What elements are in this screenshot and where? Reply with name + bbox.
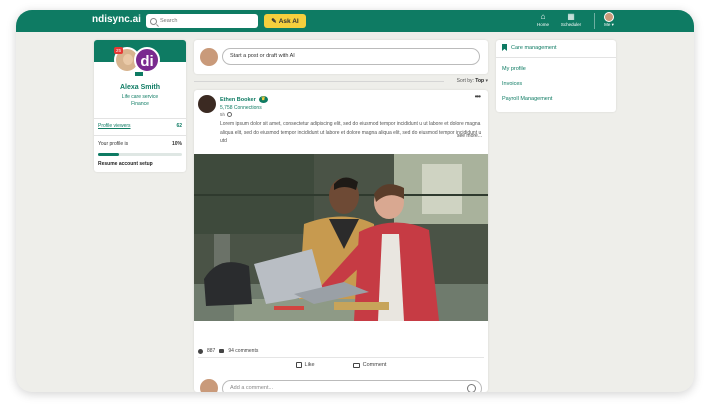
brand-logo[interactable]: ndisync.ai bbox=[92, 14, 141, 25]
sort-value: Top bbox=[475, 78, 485, 84]
menu-item-payroll[interactable]: Payroll Management bbox=[502, 96, 552, 102]
crown-icon: ♛ bbox=[258, 96, 268, 103]
post-stats: 887 94 comments bbox=[198, 348, 258, 354]
app-window: ndisync.ai ✎ Ask AI ⌂ Home ▦ Scheduler M… bbox=[16, 10, 694, 392]
profile-completion-label: Your profile is bbox=[98, 141, 129, 147]
sort-label: Sort by: bbox=[456, 78, 474, 84]
bookmark-icon bbox=[502, 44, 507, 51]
author-avatar[interactable] bbox=[198, 95, 216, 113]
company-tag-icon bbox=[134, 71, 144, 77]
post-text: Lorem ipsum dolor sit amet, consectetur … bbox=[220, 121, 482, 144]
menu-header-label: Care management bbox=[511, 44, 557, 51]
ask-ai-button[interactable]: ✎ Ask AI bbox=[264, 14, 306, 28]
chevron-down-icon: ▾ bbox=[485, 78, 488, 84]
add-comment-input[interactable]: Add a comment... bbox=[222, 380, 482, 392]
post-author-name: Ethen Booker bbox=[220, 96, 256, 103]
post-actions: Like Comment bbox=[194, 362, 488, 368]
profile-card: 25 di Alexa Smith Life care service Fina… bbox=[94, 40, 186, 172]
start-post-input[interactable]: Start a post or draft with AI bbox=[222, 48, 480, 65]
home-icon: ⌂ bbox=[540, 12, 546, 21]
profile-completion-row: Your profile is 10% bbox=[98, 141, 182, 147]
nav-home-label: Home bbox=[536, 22, 549, 27]
thumbs-up-icon bbox=[295, 362, 302, 368]
profile-progress-bar bbox=[98, 153, 182, 156]
feed-post: Ethen Booker ♛ 5,758 Connections 5h ••• … bbox=[194, 90, 488, 392]
comment-icon bbox=[352, 362, 360, 368]
notification-badge: 25 bbox=[114, 47, 123, 54]
avatar bbox=[200, 48, 218, 66]
menu-header[interactable]: Care management bbox=[502, 44, 557, 51]
top-navbar: ndisync.ai ✎ Ask AI ⌂ Home ▦ Scheduler M… bbox=[16, 10, 694, 32]
divider bbox=[198, 357, 484, 358]
reaction-icon bbox=[198, 348, 203, 354]
profile-title: Life care service bbox=[121, 94, 159, 100]
divider bbox=[496, 57, 616, 58]
like-label: Like bbox=[304, 362, 315, 368]
care-management-menu: Care management My profile Invoices Payr… bbox=[496, 40, 616, 112]
comment-count-icon bbox=[219, 349, 225, 353]
menu-item-my-profile[interactable]: My profile bbox=[502, 66, 526, 72]
profile-viewers-label: Profile viewers bbox=[98, 123, 131, 129]
profile-viewers-row[interactable]: Profile viewers 62 bbox=[98, 123, 182, 129]
nav-scheduler-label: Scheduler bbox=[560, 22, 582, 27]
magic-wand-icon: ✎ bbox=[271, 18, 277, 25]
divider bbox=[94, 135, 186, 136]
post-time-value: 5h bbox=[220, 112, 226, 117]
search-input[interactable] bbox=[160, 18, 255, 24]
nav-scheduler[interactable]: ▦ Scheduler bbox=[556, 12, 586, 28]
comment-button[interactable]: Comment bbox=[352, 362, 387, 368]
company-logo: di bbox=[134, 47, 160, 73]
post-composer: Start a post or draft with AI bbox=[194, 40, 488, 74]
divider bbox=[94, 118, 186, 119]
like-button[interactable]: Like bbox=[295, 362, 315, 368]
profile-progress-fill bbox=[98, 153, 119, 156]
avatar-face bbox=[123, 54, 133, 65]
sort-dropdown[interactable]: Sort by: Top ▾ bbox=[194, 78, 488, 84]
post-time: 5h bbox=[220, 112, 233, 117]
profile-completion-value: 10% bbox=[171, 141, 182, 147]
calendar-icon: ▦ bbox=[567, 12, 575, 21]
resume-setup-link[interactable]: Resume account setup bbox=[98, 161, 153, 167]
add-comment-placeholder: Add a comment... bbox=[230, 385, 274, 391]
ask-ai-label: Ask AI bbox=[278, 17, 299, 25]
see-more-link[interactable]: see more... bbox=[457, 133, 482, 139]
avatar bbox=[604, 12, 614, 22]
profile-viewers-count: 62 bbox=[176, 123, 182, 129]
chevron-down-icon: ▾ bbox=[611, 22, 614, 27]
search-bar[interactable] bbox=[146, 14, 258, 28]
profile-department: Finance bbox=[131, 101, 149, 107]
nav-me[interactable]: Me ▾ bbox=[594, 12, 624, 28]
comment-label: Comment bbox=[362, 362, 387, 368]
nav-me-label: Me bbox=[604, 22, 611, 27]
author-connections: 5,758 Connections bbox=[220, 105, 262, 111]
search-icon bbox=[150, 17, 157, 25]
emoji-icon[interactable] bbox=[467, 384, 476, 392]
avatar bbox=[200, 379, 218, 392]
nav-home[interactable]: ⌂ Home bbox=[528, 12, 558, 28]
menu-item-invoices[interactable]: Invoices bbox=[502, 81, 522, 87]
profile-name[interactable]: Alexa Smith bbox=[94, 84, 186, 91]
reaction-count[interactable]: 887 bbox=[207, 348, 215, 354]
post-image[interactable] bbox=[194, 154, 488, 321]
globe-icon bbox=[227, 112, 233, 117]
post-author[interactable]: Ethen Booker ♛ bbox=[220, 96, 268, 103]
more-options-icon[interactable]: ••• bbox=[475, 92, 481, 101]
comment-count[interactable]: 94 comments bbox=[228, 348, 258, 354]
